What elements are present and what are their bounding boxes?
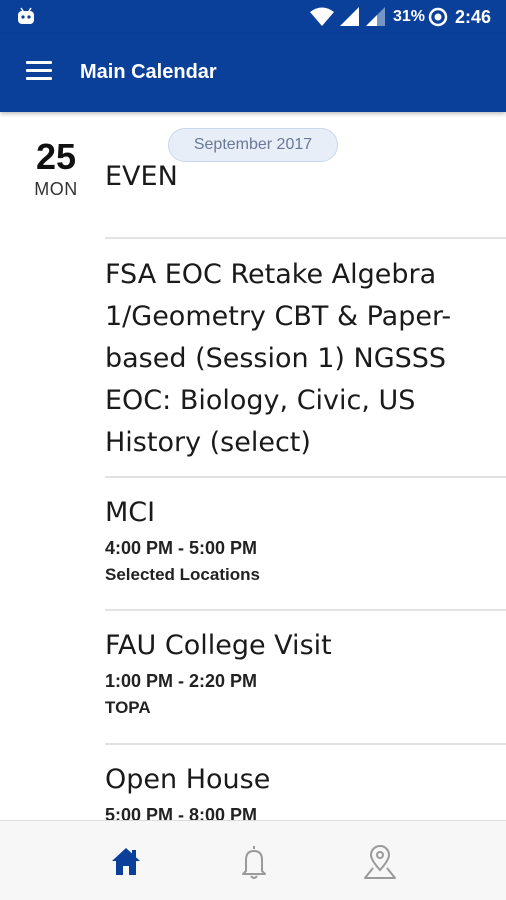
event-title: FAU College Visit: [105, 630, 332, 661]
signal-icon: [340, 7, 359, 26]
divider: [105, 743, 506, 745]
bell-icon[interactable]: [234, 841, 274, 881]
android-robot-icon: [18, 7, 34, 24]
signal-icon-secondary: [366, 7, 385, 26]
event-location: TOPA: [105, 698, 151, 717]
event-time: 4:00 PM - 5:00 PM: [105, 538, 258, 558]
bottom-navigation: [0, 820, 506, 900]
event-item[interactable]: FSA EOC Retake Algebra 1/Geometry CBT & …: [105, 254, 506, 464]
home-icon[interactable]: [106, 841, 146, 881]
event-time: 5:00 PM - 8:00 PM: [105, 805, 258, 820]
event-item[interactable]: MCI 4:00 PM - 5:00 PM Selected Locations: [105, 492, 506, 585]
divider: [105, 609, 506, 611]
status-bar: 31% 2:46: [0, 0, 506, 34]
event-title: Open House: [105, 764, 271, 795]
page-title: Main Calendar: [80, 61, 217, 83]
event-title: EVEN: [105, 161, 178, 192]
day-of-week: MON: [34, 179, 78, 199]
battery-percentage: 31%: [393, 8, 426, 25]
divider: [105, 237, 506, 239]
event-time: 1:00 PM - 2:20 PM: [105, 671, 258, 691]
calendar-list[interactable]: 25 MON September 2017 EVEN FSA EOC Retak…: [0, 112, 506, 820]
event-item[interactable]: Open House 5:00 PM - 8:00 PM: [105, 759, 506, 820]
wifi-icon: [310, 7, 334, 26]
menu-button[interactable]: [16, 56, 64, 90]
status-clock: 2:46: [455, 7, 492, 27]
event-item[interactable]: EVEN: [105, 156, 506, 198]
event-title: MCI: [105, 497, 156, 528]
event-item[interactable]: FAU College Visit 1:00 PM - 2:20 PM TOPA: [105, 625, 506, 718]
day-number: 25: [35, 136, 77, 177]
divider: [105, 476, 506, 478]
app-bar: Main Calendar: [0, 34, 506, 112]
event-title: FSA EOC Retake Algebra 1/Geometry CBT & …: [105, 259, 452, 458]
event-location: Selected Locations: [105, 565, 260, 584]
map-pin-icon[interactable]: [360, 841, 400, 881]
menu-icon: [26, 61, 52, 64]
data-saver-icon: [428, 7, 448, 27]
